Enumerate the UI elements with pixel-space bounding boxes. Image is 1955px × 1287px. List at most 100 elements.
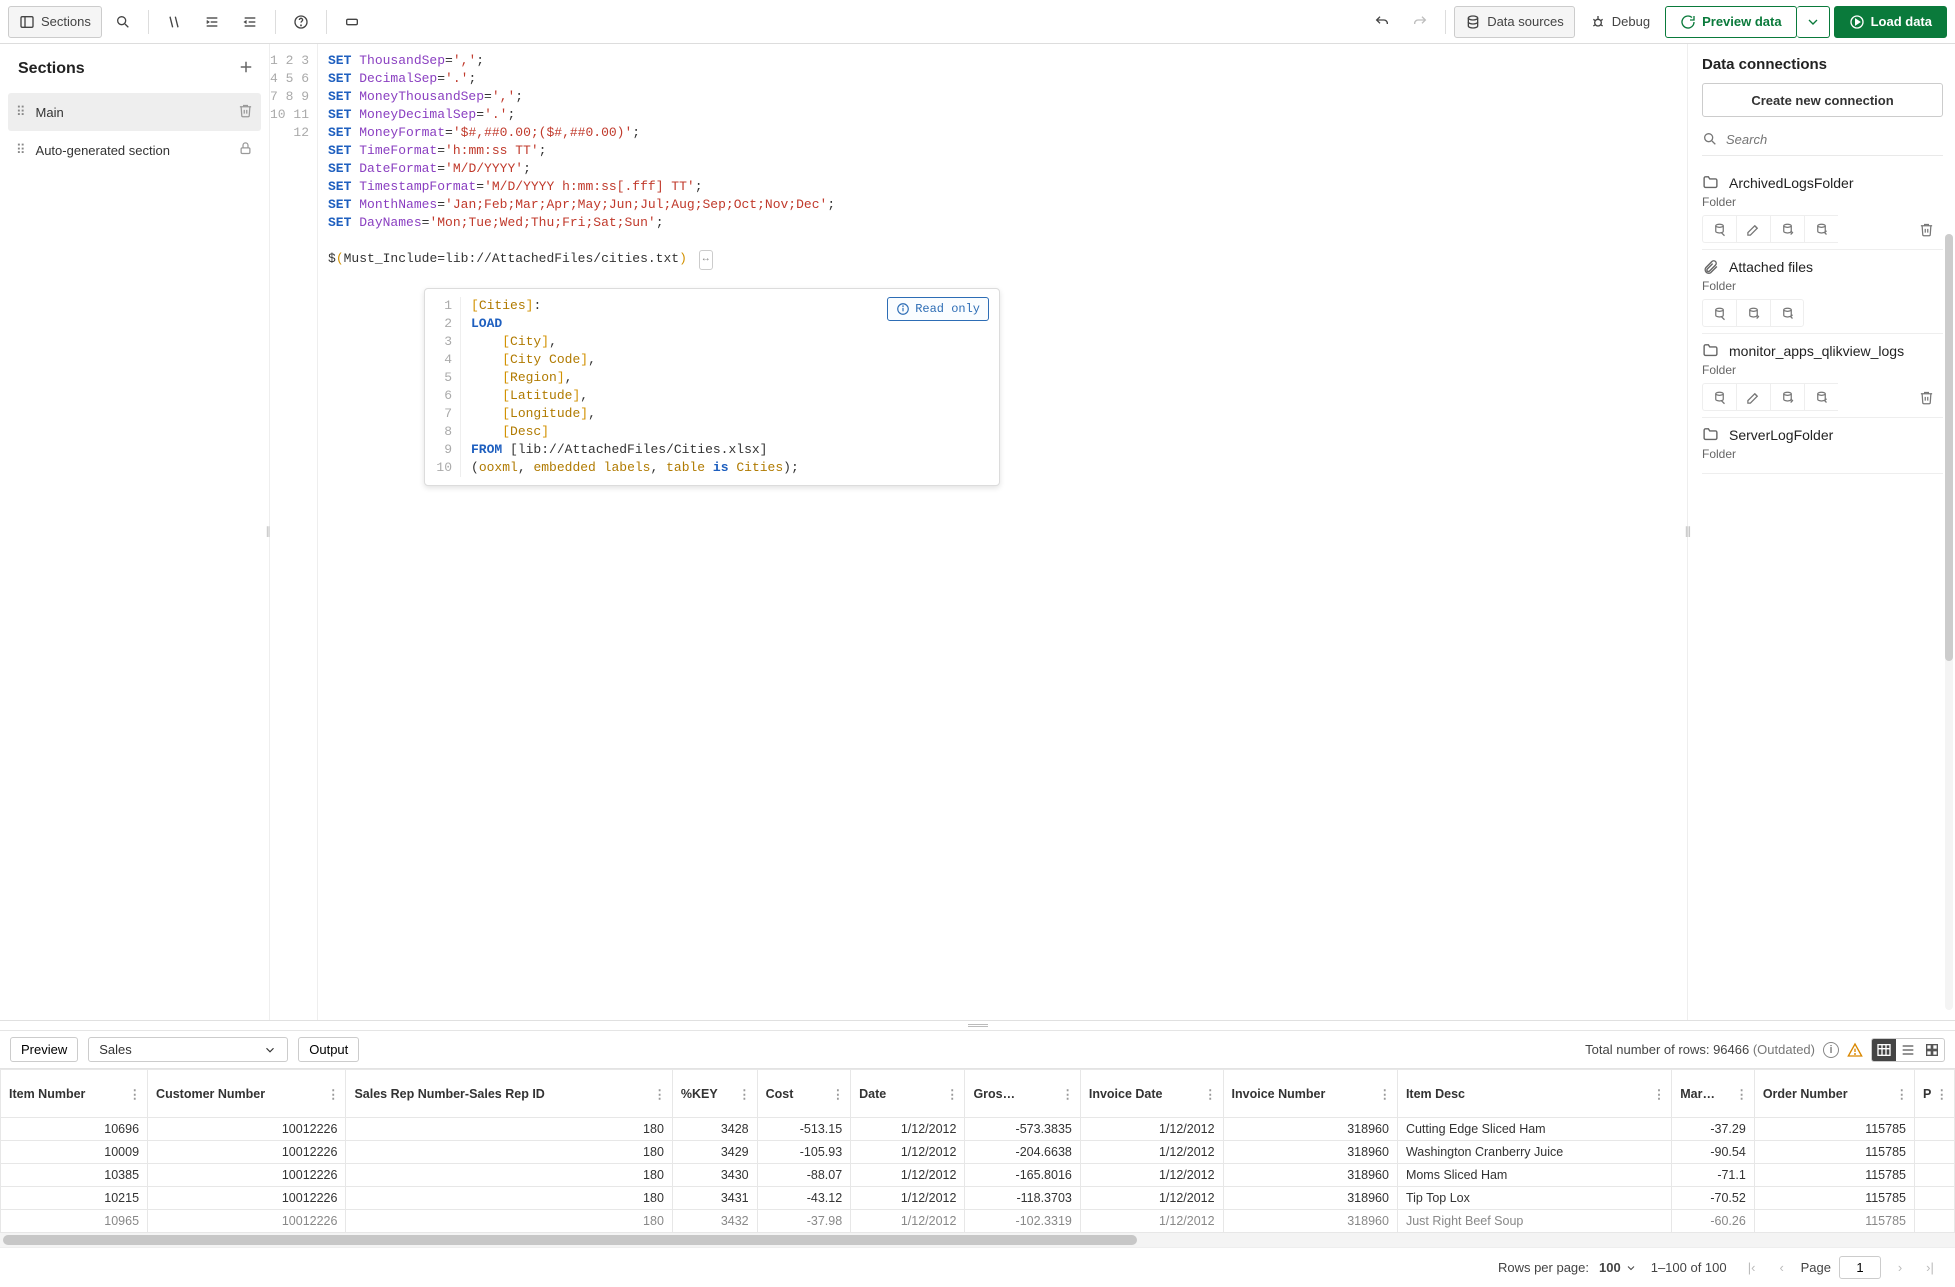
folder-icon xyxy=(1702,342,1719,359)
horizontal-splitter[interactable] xyxy=(0,1020,1955,1030)
connection-insert-button[interactable] xyxy=(1770,215,1804,243)
outdent-button[interactable] xyxy=(233,6,267,38)
view-grid-button[interactable] xyxy=(1920,1039,1944,1061)
column-menu-button[interactable]: ⋮ xyxy=(1202,1084,1219,1103)
table-cell: 115785 xyxy=(1754,1187,1914,1210)
column-header[interactable]: P⋮ xyxy=(1914,1070,1954,1118)
delete-section-button[interactable] xyxy=(238,103,253,121)
rows-per-page-select[interactable]: 100 xyxy=(1599,1260,1637,1275)
connection-view-button[interactable] xyxy=(1804,383,1838,411)
table-row[interactable]: 10009100122261803429-105.931/12/2012-204… xyxy=(1,1141,1955,1164)
table-cell: 1/12/2012 xyxy=(1080,1141,1223,1164)
connection-edit-button[interactable] xyxy=(1736,215,1770,243)
comment-toggle-button[interactable] xyxy=(157,6,191,38)
section-item[interactable]: ⠿ Main xyxy=(8,93,261,131)
connection-insert-button[interactable] xyxy=(1770,383,1804,411)
column-header[interactable]: Gros…⋮ xyxy=(965,1070,1080,1118)
pager-last-button[interactable]: ›| xyxy=(1919,1257,1941,1279)
table-horizontal-scrollbar[interactable] xyxy=(0,1233,1955,1247)
preview-tab-button[interactable]: Preview xyxy=(10,1037,78,1062)
right-panel-resize-handle[interactable]: ⦀ xyxy=(1685,517,1691,547)
pager-next-button[interactable]: › xyxy=(1889,1257,1911,1279)
table-cell: 180 xyxy=(346,1118,672,1141)
connection-insert-button[interactable] xyxy=(1736,299,1770,327)
table-row[interactable]: 10385100122261803430-88.071/12/2012-165.… xyxy=(1,1164,1955,1187)
column-header[interactable]: Sales Rep Number-Sales Rep ID⋮ xyxy=(346,1070,672,1118)
create-connection-button[interactable]: Create new connection xyxy=(1702,83,1943,117)
indent-button[interactable] xyxy=(195,6,229,38)
expand-include-button[interactable]: ↔ xyxy=(699,250,713,270)
table-row[interactable]: 10696100122261803428-513.151/12/2012-573… xyxy=(1,1118,1955,1141)
column-header[interactable]: Mar…⋮ xyxy=(1672,1070,1755,1118)
column-header[interactable]: %KEY⋮ xyxy=(672,1070,757,1118)
connection-select-button[interactable] xyxy=(1702,299,1736,327)
debug-button[interactable]: Debug xyxy=(1579,6,1661,38)
output-tab-button[interactable]: Output xyxy=(298,1037,359,1062)
connection-view-button[interactable] xyxy=(1770,299,1804,327)
column-header[interactable]: Invoice Number⋮ xyxy=(1223,1070,1397,1118)
column-menu-button[interactable]: ⋮ xyxy=(944,1084,961,1103)
column-menu-button[interactable]: ⋮ xyxy=(1059,1084,1076,1103)
view-list-button[interactable] xyxy=(1896,1039,1920,1061)
pager-prev-button[interactable]: ‹ xyxy=(1771,1257,1793,1279)
drag-handle-icon[interactable]: ⠿ xyxy=(16,142,26,158)
data-sources-button[interactable]: Data sources xyxy=(1454,6,1575,38)
column-menu-button[interactable]: ⋮ xyxy=(1376,1084,1393,1103)
table-cell: 318960 xyxy=(1223,1210,1397,1233)
redo-button[interactable] xyxy=(1403,6,1437,38)
connection-view-button[interactable] xyxy=(1804,215,1838,243)
column-menu-button[interactable]: ⋮ xyxy=(830,1084,847,1103)
column-header[interactable]: Cost⋮ xyxy=(757,1070,851,1118)
table-icon xyxy=(1876,1042,1892,1058)
add-section-button[interactable] xyxy=(237,58,255,79)
connection-edit-button[interactable] xyxy=(1736,383,1770,411)
column-header[interactable]: Invoice Date⋮ xyxy=(1080,1070,1223,1118)
view-data-icon xyxy=(1814,222,1829,237)
toolbar-separator xyxy=(326,10,327,34)
connection-select-button[interactable] xyxy=(1702,383,1736,411)
column-header[interactable]: Customer Number⋮ xyxy=(148,1070,346,1118)
pager-first-button[interactable]: |‹ xyxy=(1741,1257,1763,1279)
undo-button[interactable] xyxy=(1365,6,1399,38)
column-header[interactable]: Date⋮ xyxy=(851,1070,965,1118)
connection-delete-button[interactable] xyxy=(1909,383,1943,411)
table-cell: 180 xyxy=(346,1164,672,1187)
column-menu-button[interactable]: ⋮ xyxy=(1651,1084,1668,1103)
column-menu-button[interactable]: ⋮ xyxy=(127,1084,144,1103)
column-menu-button[interactable]: ⋮ xyxy=(736,1084,753,1103)
section-item[interactable]: ⠿ Auto-generated section xyxy=(8,131,261,169)
search-button[interactable] xyxy=(106,6,140,38)
help-button[interactable] xyxy=(284,6,318,38)
table-cell: 10215 xyxy=(1,1187,148,1210)
table-cell: -60.26 xyxy=(1672,1210,1755,1233)
connection-delete-button[interactable] xyxy=(1909,215,1943,243)
preview-data-dropdown[interactable] xyxy=(1797,6,1830,38)
script-editor[interactable]: 1 2 3 4 5 6 7 8 9 10 11 12 SET ThousandS… xyxy=(270,44,1687,1020)
insert-button[interactable] xyxy=(335,6,369,38)
column-menu-button[interactable]: ⋮ xyxy=(1893,1084,1910,1103)
editor-code[interactable]: SET ThousandSep=','; SET DecimalSep='.';… xyxy=(318,44,1687,1020)
table-cell xyxy=(1914,1210,1954,1233)
database-icon xyxy=(1465,14,1481,30)
column-menu-button[interactable]: ⋮ xyxy=(651,1084,668,1103)
connection-search-input[interactable] xyxy=(1726,132,1943,147)
load-data-button[interactable]: Load data xyxy=(1834,6,1947,38)
table-row[interactable]: 10215100122261803431-43.121/12/2012-118.… xyxy=(1,1187,1955,1210)
sections-toggle-button[interactable]: Sections xyxy=(8,6,102,38)
connections-scrollbar[interactable] xyxy=(1945,234,1953,1010)
pager-page-input[interactable] xyxy=(1839,1256,1881,1279)
table-select-dropdown[interactable]: Sales xyxy=(88,1037,288,1062)
view-table-button[interactable] xyxy=(1872,1039,1896,1061)
column-menu-button[interactable]: ⋮ xyxy=(1733,1084,1750,1103)
table-row[interactable]: 10965100122261803432-37.981/12/2012-102.… xyxy=(1,1210,1955,1233)
column-header[interactable]: Order Number⋮ xyxy=(1754,1070,1914,1118)
drag-handle-icon[interactable]: ⠿ xyxy=(16,104,26,120)
column-menu-button[interactable]: ⋮ xyxy=(325,1084,342,1103)
table-cell: 10012226 xyxy=(148,1164,346,1187)
column-header[interactable]: Item Number⋮ xyxy=(1,1070,148,1118)
column-menu-button[interactable]: ⋮ xyxy=(1934,1084,1951,1103)
connection-select-button[interactable] xyxy=(1702,215,1736,243)
info-icon[interactable]: i xyxy=(1823,1042,1839,1058)
preview-data-button[interactable]: Preview data xyxy=(1665,6,1797,38)
column-header[interactable]: Item Desc⋮ xyxy=(1397,1070,1671,1118)
